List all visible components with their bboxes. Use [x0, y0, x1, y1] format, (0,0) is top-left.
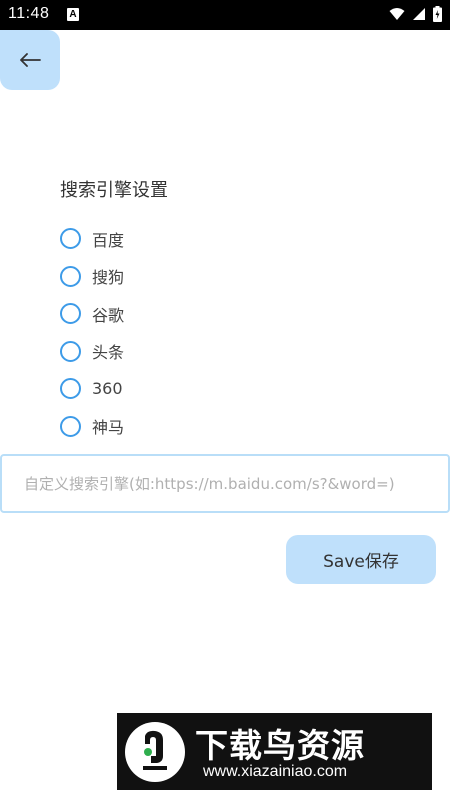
status-bar: 11:48 A	[0, 0, 450, 30]
status-time: 11:48	[8, 5, 50, 22]
watermark-url: www.xiazainiao.com	[203, 763, 348, 780]
arrow-left-icon	[20, 53, 41, 67]
custom-search-engine-input[interactable]	[0, 454, 450, 513]
notification-a-icon: A	[67, 8, 79, 21]
radio-option-sogou[interactable]: 搜狗	[60, 258, 124, 296]
radio-option-shenma[interactable]: 神马	[60, 408, 124, 446]
radio-option-google[interactable]: 谷歌	[60, 295, 124, 333]
search-engine-options: 百度 搜狗 谷歌 头条 360 神马	[60, 220, 124, 445]
radio-label: 搜狗	[92, 268, 125, 288]
radio-button[interactable]	[60, 303, 81, 325]
radio-button[interactable]	[60, 228, 81, 250]
save-button[interactable]: Save保存	[286, 535, 436, 584]
watermark-title: 下载鸟资源	[195, 726, 365, 765]
radio-label: 360	[92, 379, 123, 399]
signal-icon	[413, 8, 425, 20]
watermark-banner: 下载鸟资源 www.xiazainiao.com	[117, 713, 432, 790]
status-icons	[389, 6, 442, 22]
radio-button[interactable]	[60, 378, 81, 400]
radio-label: 谷歌	[92, 305, 125, 325]
radio-label: 头条	[92, 343, 125, 363]
radio-option-360[interactable]: 360	[60, 370, 124, 408]
section-title: 搜索引擎设置	[60, 180, 168, 201]
bird-logo-icon	[125, 722, 185, 782]
battery-icon	[433, 6, 442, 22]
radio-button[interactable]	[60, 265, 81, 287]
radio-button[interactable]	[60, 340, 81, 362]
radio-option-toutiao[interactable]: 头条	[60, 333, 124, 371]
radio-label: 百度	[92, 230, 125, 250]
radio-button[interactable]	[60, 415, 81, 437]
back-button[interactable]	[0, 30, 60, 90]
radio-option-baidu[interactable]: 百度	[60, 220, 124, 258]
wifi-icon	[389, 8, 405, 20]
radio-label: 神马	[92, 418, 125, 438]
